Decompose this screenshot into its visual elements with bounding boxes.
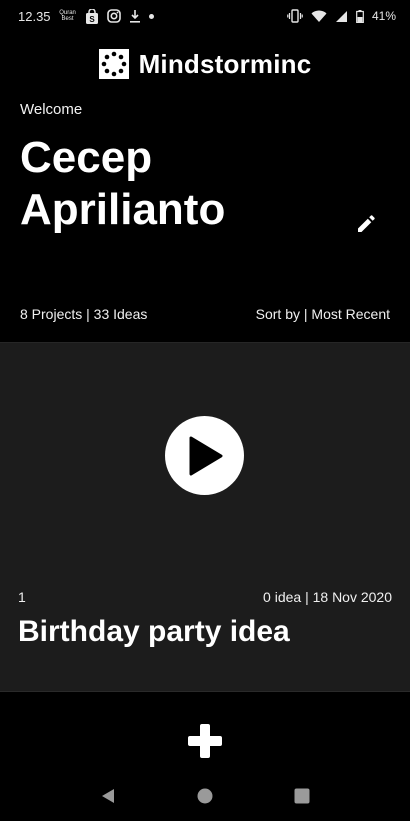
add-bar xyxy=(0,712,410,770)
app-header: Mindstorminc xyxy=(0,46,410,82)
user-name: Cecep Aprilianto xyxy=(20,133,226,234)
nav-back-button[interactable] xyxy=(96,784,120,808)
svg-text:S: S xyxy=(89,15,95,24)
battery-percentage: 41% xyxy=(371,9,396,23)
app-title: Mindstorminc xyxy=(138,48,312,79)
quran-app-icon: Quran Best xyxy=(59,10,76,22)
sort-by-control[interactable]: Sort by | Most Recent xyxy=(256,306,390,322)
project-number: 1 xyxy=(18,589,26,605)
project-card[interactable]: 1 0 idea | 18 Nov 2020 Birthday party id… xyxy=(0,342,410,692)
nav-home-button[interactable] xyxy=(193,784,217,808)
more-notifications-dot-icon xyxy=(148,13,154,19)
project-title: Birthday party idea xyxy=(18,615,290,648)
battery-icon xyxy=(356,9,364,23)
nav-recents-button[interactable] xyxy=(290,784,314,808)
plus-icon-bar xyxy=(188,736,222,746)
welcome-label: Welcome xyxy=(20,101,83,118)
system-navigation-bar xyxy=(0,770,410,821)
shopping-bag-icon: S xyxy=(85,8,99,24)
square-recents-icon xyxy=(294,788,310,803)
project-idea-counts: 8 Projects | 33 Ideas xyxy=(20,306,148,322)
pencil-icon xyxy=(358,215,375,232)
play-icon xyxy=(189,436,222,475)
wifi-icon xyxy=(311,10,327,23)
stats-row: 8 Projects | 33 Ideas Sort by | Most Rec… xyxy=(20,306,390,322)
add-project-button[interactable] xyxy=(188,724,222,758)
mindstorminc-logo-icon xyxy=(98,49,129,79)
status-bar-left: 12.35 Quran Best S xyxy=(18,8,154,24)
status-time: 12.35 xyxy=(18,8,51,24)
status-bar-right: 41% xyxy=(287,9,396,23)
instagram-icon xyxy=(106,9,121,23)
triangle-back-icon xyxy=(102,788,115,803)
status-bar: 12.35 Quran Best S 41% xyxy=(0,0,410,32)
download-icon xyxy=(129,9,141,23)
edit-profile-button[interactable] xyxy=(352,210,380,238)
circle-home-icon xyxy=(197,788,213,803)
vibrate-icon xyxy=(287,9,303,23)
cell-signal-icon xyxy=(335,10,348,23)
play-button[interactable] xyxy=(165,416,244,495)
project-meta: 0 idea | 18 Nov 2020 xyxy=(263,589,392,605)
